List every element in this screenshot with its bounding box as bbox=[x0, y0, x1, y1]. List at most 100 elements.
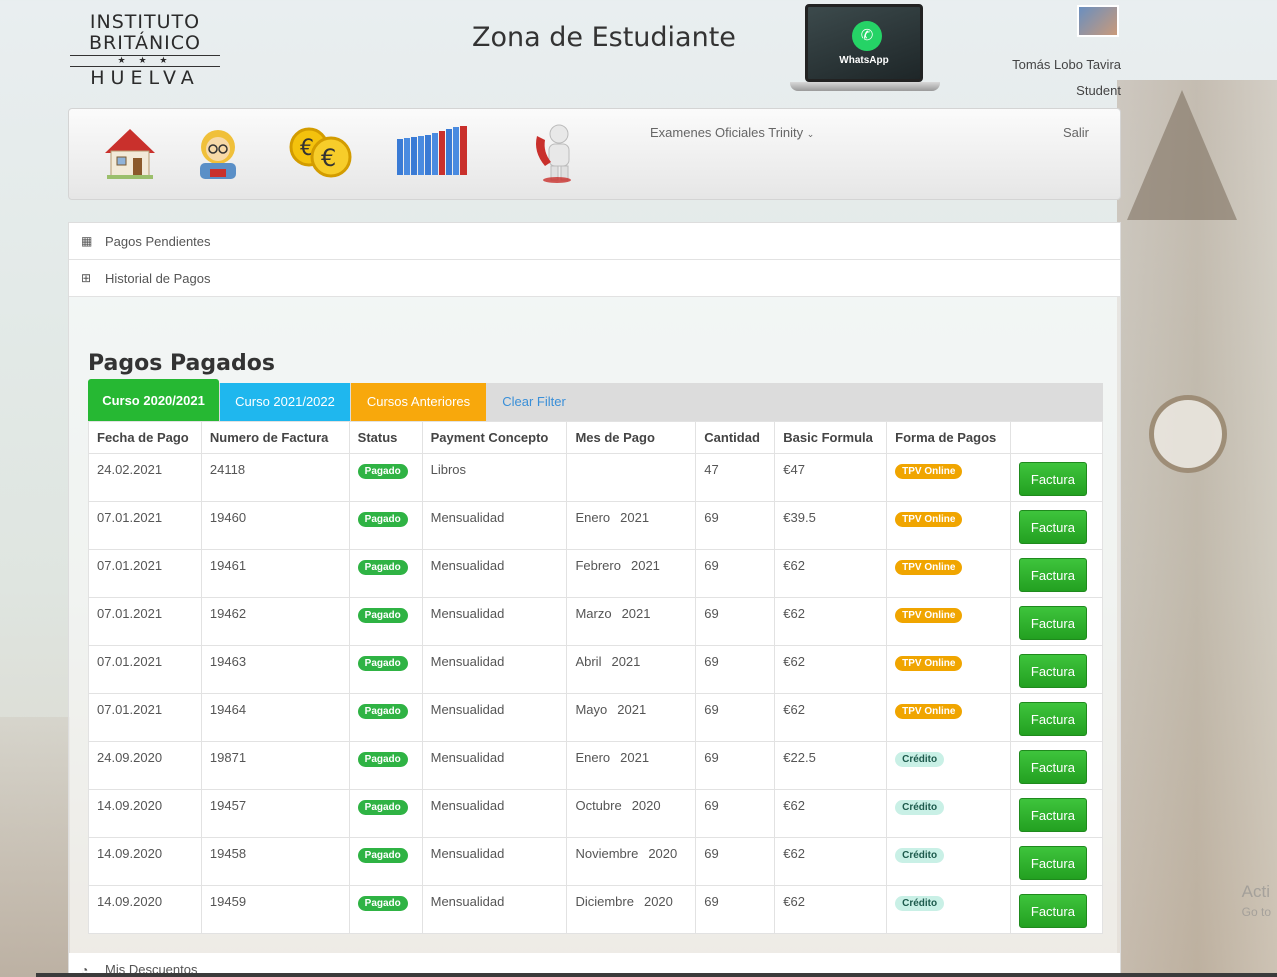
cell-factura: 19457 bbox=[200, 789, 350, 838]
cell-formula: €62 bbox=[774, 789, 888, 838]
accordion-pagos-pendientes[interactable]: ▦ Pagos Pendientes bbox=[69, 223, 1120, 260]
cell-mes: Enero 2021 bbox=[566, 741, 697, 790]
cell-formula: €22.5 bbox=[774, 741, 888, 790]
cell-factura: 19464 bbox=[200, 693, 350, 742]
cell-action: Factura bbox=[1009, 501, 1104, 550]
cell-formula: €62 bbox=[774, 693, 888, 742]
factura-button[interactable]: Factura bbox=[1018, 750, 1087, 784]
cell-cantidad: 69 bbox=[695, 597, 776, 646]
cell-forma: TPV Online bbox=[886, 501, 1011, 550]
nav-exams-dropdown[interactable]: Examenes Oficiales Trinity ⌄ bbox=[650, 125, 814, 140]
status-badge: Pagado bbox=[357, 512, 408, 527]
cell-fecha: 24.09.2020 bbox=[88, 741, 202, 790]
contact-phone-icon[interactable] bbox=[527, 123, 587, 183]
mes-year: 2021 bbox=[620, 750, 650, 765]
mes-name: Octubre bbox=[575, 798, 622, 813]
teacher-icon[interactable] bbox=[187, 123, 249, 183]
mes-name: Noviembre bbox=[575, 846, 639, 861]
accordion-historial-pagos[interactable]: ⊞ Historial de Pagos bbox=[69, 260, 1120, 297]
factura-button[interactable]: Factura bbox=[1018, 462, 1087, 496]
laptop-base bbox=[790, 82, 940, 91]
cell-action: Factura bbox=[1009, 453, 1104, 502]
cell-concepto: Mensualidad bbox=[421, 597, 568, 646]
whatsapp-button[interactable]: ✆ WhatsApp bbox=[790, 4, 940, 96]
header-mes-pago: Mes de Pago bbox=[566, 421, 697, 454]
cell-mes bbox=[566, 453, 697, 502]
mes-name: Mayo bbox=[575, 702, 608, 717]
clear-filter-link[interactable]: Clear Filter bbox=[488, 383, 580, 421]
header-numero-factura: Numero de Factura bbox=[200, 421, 350, 454]
cell-mes: Diciembre 2020 bbox=[566, 885, 697, 934]
mes-year: 2020 bbox=[643, 894, 673, 909]
cell-cantidad: 69 bbox=[695, 789, 776, 838]
whatsapp-label: WhatsApp bbox=[839, 55, 889, 66]
cell-factura: 19463 bbox=[200, 645, 350, 694]
factura-button[interactable]: Factura bbox=[1018, 894, 1087, 928]
mes-name: Enero bbox=[575, 510, 611, 525]
logout-link[interactable]: Salir bbox=[1063, 125, 1089, 140]
payments-table: Fecha de Pago Numero de Factura Status P… bbox=[88, 421, 1104, 934]
cell-forma: Crédito bbox=[886, 885, 1011, 934]
table-header-row: Fecha de Pago Numero de Factura Status P… bbox=[88, 421, 1104, 454]
tab-cursos-anteriores[interactable]: Cursos Anteriores bbox=[351, 383, 486, 421]
cell-status: Pagado bbox=[348, 693, 423, 742]
mes-year: 2021 bbox=[620, 510, 650, 525]
table-row: 07.01.2021 19460 Pagado Mensualidad Enero 202… bbox=[88, 501, 1104, 550]
factura-button[interactable]: Factura bbox=[1018, 510, 1087, 544]
mes-year: 2020 bbox=[648, 846, 678, 861]
taskbar-edge bbox=[36, 973, 1277, 977]
cell-action: Factura bbox=[1009, 741, 1104, 790]
cell-factura: 24118 bbox=[200, 453, 350, 502]
cell-fecha: 14.09.2020 bbox=[88, 885, 202, 934]
cell-factura: 19462 bbox=[200, 597, 350, 646]
logo-line-2: BRITÁNICO bbox=[88, 32, 201, 54]
logo[interactable]: INSTITUTO BRITÁNICO ★ ★ ★ HUELVA bbox=[70, 12, 220, 89]
cell-fecha: 07.01.2021 bbox=[88, 645, 202, 694]
cell-concepto: Mensualidad bbox=[421, 501, 568, 550]
cell-mes: Marzo 2021 bbox=[566, 597, 697, 646]
cell-status: Pagado bbox=[348, 549, 423, 598]
avatar[interactable] bbox=[1077, 5, 1119, 37]
cell-forma: Crédito bbox=[886, 741, 1011, 790]
home-icon[interactable] bbox=[97, 123, 163, 183]
logo-stars: ★ ★ ★ bbox=[70, 55, 220, 67]
factura-button[interactable]: Factura bbox=[1018, 846, 1087, 880]
payment-method-badge: TPV Online bbox=[895, 512, 963, 527]
cell-forma: Crédito bbox=[886, 789, 1011, 838]
status-badge: Pagado bbox=[357, 656, 408, 671]
cell-fecha: 14.09.2020 bbox=[88, 837, 202, 886]
table-icon: ▦ bbox=[81, 234, 93, 248]
cell-status: Pagado bbox=[348, 597, 423, 646]
factura-button[interactable]: Factura bbox=[1018, 702, 1087, 736]
cell-formula: €62 bbox=[774, 837, 888, 886]
cell-cantidad: 69 bbox=[695, 645, 776, 694]
cell-mes: Noviembre 2020 bbox=[566, 837, 697, 886]
cell-action: Factura bbox=[1009, 549, 1104, 598]
table-row: 24.09.2020 19871 Pagado Mensualidad Enero 202… bbox=[88, 741, 1104, 790]
laptop-screen: ✆ WhatsApp bbox=[805, 4, 923, 82]
status-badge: Pagado bbox=[357, 560, 408, 575]
table-row: 14.09.2020 19458 Pagado Mensualidad Noviembr… bbox=[88, 837, 1104, 886]
tab-curso-2020-2021[interactable]: Curso 2020/2021 bbox=[88, 379, 219, 421]
status-badge: Pagado bbox=[357, 464, 408, 479]
table-row: 07.01.2021 19463 Pagado Mensualidad Abril 202… bbox=[88, 645, 1104, 694]
header-payment-concepto: Payment Concepto bbox=[421, 421, 568, 454]
background-clock bbox=[1149, 395, 1227, 473]
cell-mes: Febrero 2021 bbox=[566, 549, 697, 598]
cell-fecha: 07.01.2021 bbox=[88, 501, 202, 550]
tab-curso-2021-2022[interactable]: Curso 2021/2022 bbox=[220, 383, 350, 421]
euro-coins-icon[interactable]: € € bbox=[281, 123, 361, 183]
cell-factura: 19871 bbox=[200, 741, 350, 790]
payment-method-badge: TPV Online bbox=[895, 464, 963, 479]
status-badge: Pagado bbox=[357, 752, 408, 767]
factura-button[interactable]: Factura bbox=[1018, 798, 1087, 832]
cell-cantidad: 69 bbox=[695, 549, 776, 598]
payment-method-badge: Crédito bbox=[895, 752, 945, 767]
cell-cantidad: 69 bbox=[695, 837, 776, 886]
factura-button[interactable]: Factura bbox=[1018, 558, 1087, 592]
factura-button[interactable]: Factura bbox=[1018, 654, 1087, 688]
binders-icon[interactable] bbox=[395, 123, 471, 183]
accordion-pending-label: Pagos Pendientes bbox=[105, 234, 211, 249]
factura-button[interactable]: Factura bbox=[1018, 606, 1087, 640]
section-title: Pagos Pagados bbox=[88, 351, 275, 376]
